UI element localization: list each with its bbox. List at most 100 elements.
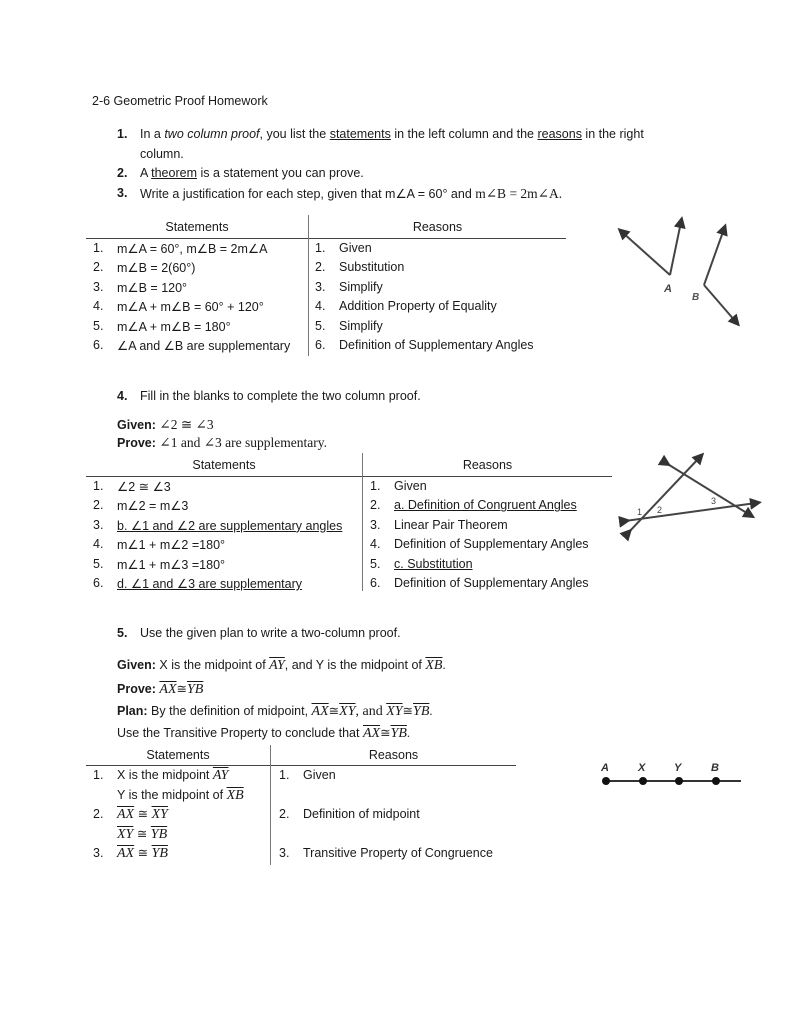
question-text-continued: column.: [140, 147, 184, 161]
point-x: [639, 777, 647, 785]
ray: [617, 227, 671, 276]
reason-number: 5.: [315, 318, 326, 333]
reason-text: Simplify: [339, 279, 383, 294]
column-divider: [308, 215, 309, 356]
vertex-label-b: B: [692, 292, 699, 303]
reason-text: Given: [394, 479, 427, 493]
reason-number: 6.: [370, 576, 381, 590]
proof-table-2: Statements Reasons 1. ∠2 ≅ ∠3 1. Given 2. m∠2…: [86, 453, 612, 598]
statement-text: ∠A and ∠B are supplementary: [117, 339, 291, 353]
point-b: [712, 777, 720, 785]
statement-number: 3.: [93, 279, 104, 294]
angle-label-1: 1: [637, 507, 642, 517]
statement-text: m∠A + m∠B = 180°: [117, 319, 231, 334]
header-reasons: Reasons: [368, 748, 419, 762]
header-statements: Statements: [146, 748, 210, 762]
reason-number: 4.: [370, 537, 381, 552]
point-a: [602, 777, 610, 785]
question-number: 4.: [117, 389, 128, 403]
plan-conclusion: Use the Transitive Property to conclude …: [117, 726, 411, 741]
header-statements: Statements: [165, 220, 229, 234]
statement-number: 4.: [93, 537, 104, 552]
point-label-b: B: [711, 762, 719, 774]
document-title: 2-6 Geometric Proof Homework: [92, 94, 268, 108]
statement-number: 2.: [93, 260, 104, 275]
reason-number: 6.: [315, 338, 326, 352]
proof-table-3: Statements Reasons 1. X is the midpoint …: [86, 745, 516, 868]
reason-number: 3.: [370, 517, 381, 532]
ray: [669, 216, 686, 276]
line: [619, 452, 705, 542]
ray: [703, 223, 728, 286]
point-label-a: A: [600, 762, 609, 774]
header-reasons: Reasons: [412, 220, 463, 234]
statement-text: m∠A + m∠B = 60° + 120°: [117, 300, 264, 315]
statement-number: 1.: [93, 241, 104, 255]
prove-line: Prove: ∠1 and ∠3 are supplementary.: [117, 435, 327, 450]
statement-text: m∠B = 2(60°): [117, 261, 196, 276]
reason-text: Substitution: [339, 260, 405, 275]
column-divider: [362, 453, 363, 591]
statement-number: 1.: [93, 479, 104, 493]
statement-number: 4.: [93, 299, 104, 314]
statement-number: 5.: [93, 556, 104, 571]
reason-text: Definition of Supplementary Angles: [394, 537, 589, 552]
column-divider: [270, 745, 271, 865]
segment-figure-axyb: A X Y B: [600, 762, 741, 785]
ray: [703, 284, 740, 327]
question-text: A theorem is a statement you can prove.: [140, 166, 364, 180]
header-statements: Statements: [192, 458, 256, 472]
reason-text: a. Definition of Congruent Angles: [394, 498, 577, 513]
statement-text: b. ∠1 and ∠2 are supplementary angles: [117, 518, 343, 533]
statement-text: d. ∠1 and ∠3 are supplementary: [117, 577, 303, 591]
reason-text: Definition of Supplementary Angles: [339, 338, 534, 352]
line: [618, 497, 762, 528]
header-divider: [86, 238, 566, 239]
question-text: Fill in the blanks to complete the two c…: [140, 389, 421, 403]
statement-number: 2.: [93, 498, 104, 513]
point-label-y: Y: [674, 762, 683, 774]
reason-number: 4.: [315, 299, 326, 314]
header-divider: [86, 765, 516, 766]
point-label-x: X: [637, 762, 646, 774]
plan-line: Plan: By the definition of midpoint, AX≅…: [117, 704, 433, 719]
reason-text: Definition of Supplementary Angles: [394, 576, 589, 590]
question-number: 3.: [117, 186, 128, 200]
reason-text: c. Substitution: [394, 556, 473, 571]
reason-number: 1.: [370, 479, 381, 493]
statement-number: 6.: [93, 576, 104, 590]
statement-number: 5.: [93, 318, 104, 333]
reason-text: Addition Property of Equality: [339, 299, 497, 314]
question-text: Write a justification for each step, giv…: [140, 186, 563, 201]
transversal-figure: 1 2 3: [618, 452, 762, 542]
reason-text: Linear Pair Theorem: [394, 517, 508, 532]
question-text: Use the given plan to write a two-column…: [140, 626, 401, 640]
given-line: Given: ∠2 ≅ ∠3: [117, 417, 214, 432]
statement-number: 3.: [93, 517, 104, 532]
question-text: In a two column proof, you list the stat…: [140, 127, 644, 141]
prove-line: Prove: AX≅YB: [117, 682, 204, 697]
statement-text: m∠1 + m∠3 =180°: [117, 557, 226, 572]
statement-text: m∠A = 60°, m∠B = 2m∠A: [117, 242, 268, 256]
header-reasons: Reasons: [462, 458, 513, 472]
statement-text: m∠B = 120°: [117, 280, 188, 295]
question-number: 5.: [117, 626, 128, 640]
reason-text: Simplify: [339, 318, 383, 333]
question-number: 2.: [117, 166, 128, 180]
angle-figure-ab: A B: [617, 216, 740, 327]
reason-number: 2.: [370, 498, 381, 513]
reason-number: 5.: [370, 556, 381, 571]
vertex-label-a: A: [663, 283, 672, 295]
angle-label-2: 2: [657, 505, 662, 515]
line: [657, 454, 756, 519]
proof-table-1: Statements Reasons 1. m∠A = 60°, m∠B = 2m…: [86, 215, 566, 360]
statement-text: ∠2 ≅ ∠3: [117, 480, 171, 494]
reason-number: 1.: [315, 241, 326, 255]
reason-text: Given: [339, 241, 372, 255]
statement-text: m∠2 = m∠3: [117, 499, 189, 514]
point-y: [675, 777, 683, 785]
statement-text: m∠1 + m∠2 =180°: [117, 538, 226, 553]
question-number: 1.: [117, 127, 128, 141]
header-divider: [86, 476, 612, 477]
reason-number: 3.: [315, 279, 326, 294]
